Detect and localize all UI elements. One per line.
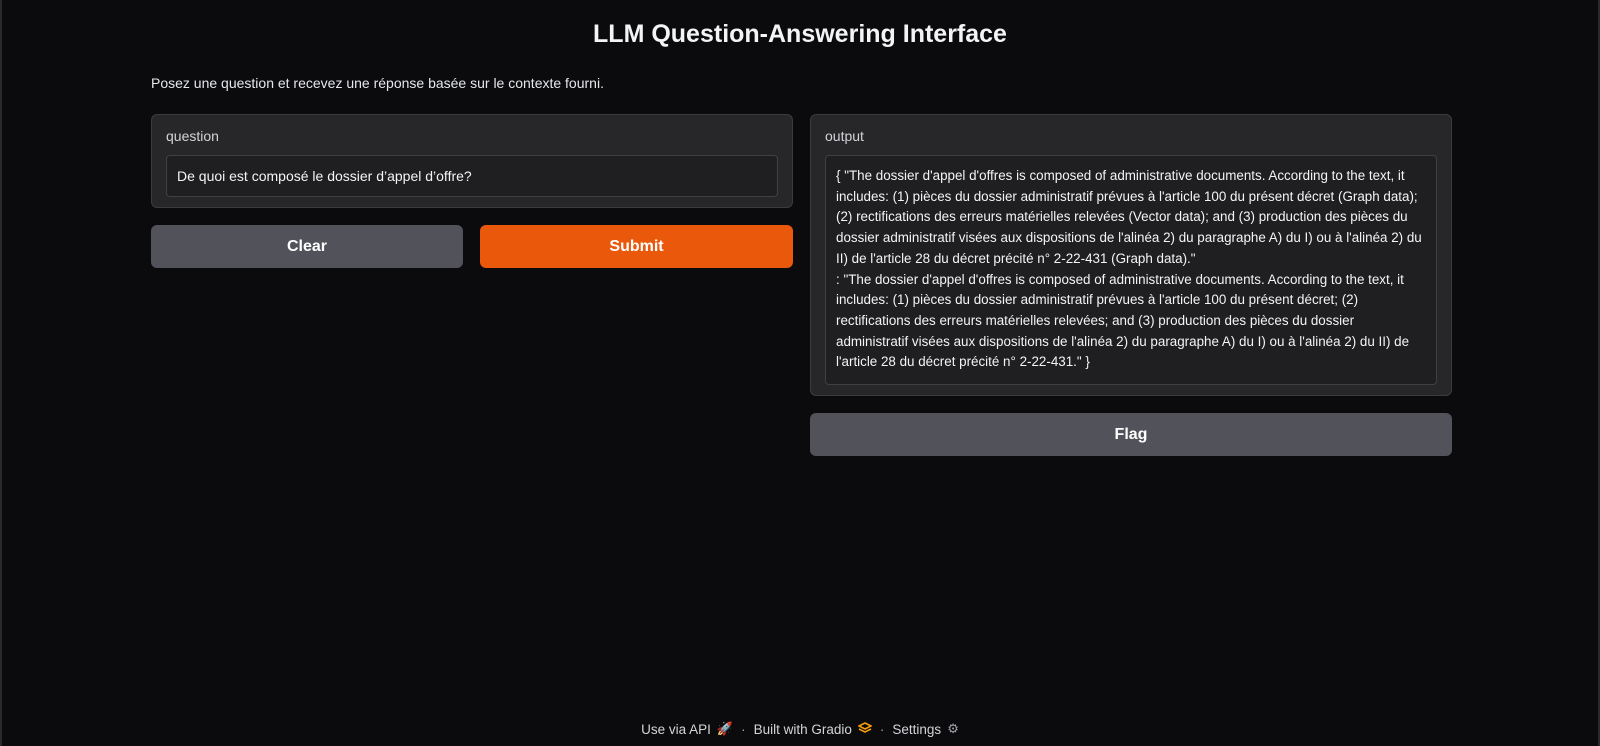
use-via-api-link[interactable]: Use via API 🚀 xyxy=(641,721,733,737)
footer-separator: · xyxy=(879,721,885,737)
settings-label: Settings xyxy=(892,721,942,737)
question-panel: question xyxy=(151,114,793,208)
page-description: Posez une question et recevez une répons… xyxy=(151,75,604,91)
settings-link[interactable]: Settings ⚙ xyxy=(892,721,958,737)
gear-icon: ⚙ xyxy=(947,721,959,736)
question-label: question xyxy=(166,128,219,144)
output-label: output xyxy=(825,128,864,144)
output-textbox[interactable]: { "The dossier d'appel d'offres is compo… xyxy=(825,155,1437,385)
output-panel: output { "The dossier d'appel d'offres i… xyxy=(810,114,1452,396)
gradio-logo-icon xyxy=(857,721,873,737)
submit-button[interactable]: Submit xyxy=(480,225,793,268)
footer: Use via API 🚀 · Built with Gradio · Sett… xyxy=(0,721,1600,737)
built-with-gradio-link[interactable]: Built with Gradio xyxy=(753,721,873,737)
page-title: LLM Question-Answering Interface xyxy=(593,20,1007,48)
question-input[interactable] xyxy=(166,155,778,197)
clear-button[interactable]: Clear xyxy=(151,225,463,268)
built-with-gradio-label: Built with Gradio xyxy=(753,721,852,737)
use-via-api-label: Use via API xyxy=(641,721,711,737)
footer-separator: · xyxy=(741,721,746,737)
flag-button[interactable]: Flag xyxy=(810,413,1452,456)
rocket-icon: 🚀 xyxy=(716,721,734,736)
